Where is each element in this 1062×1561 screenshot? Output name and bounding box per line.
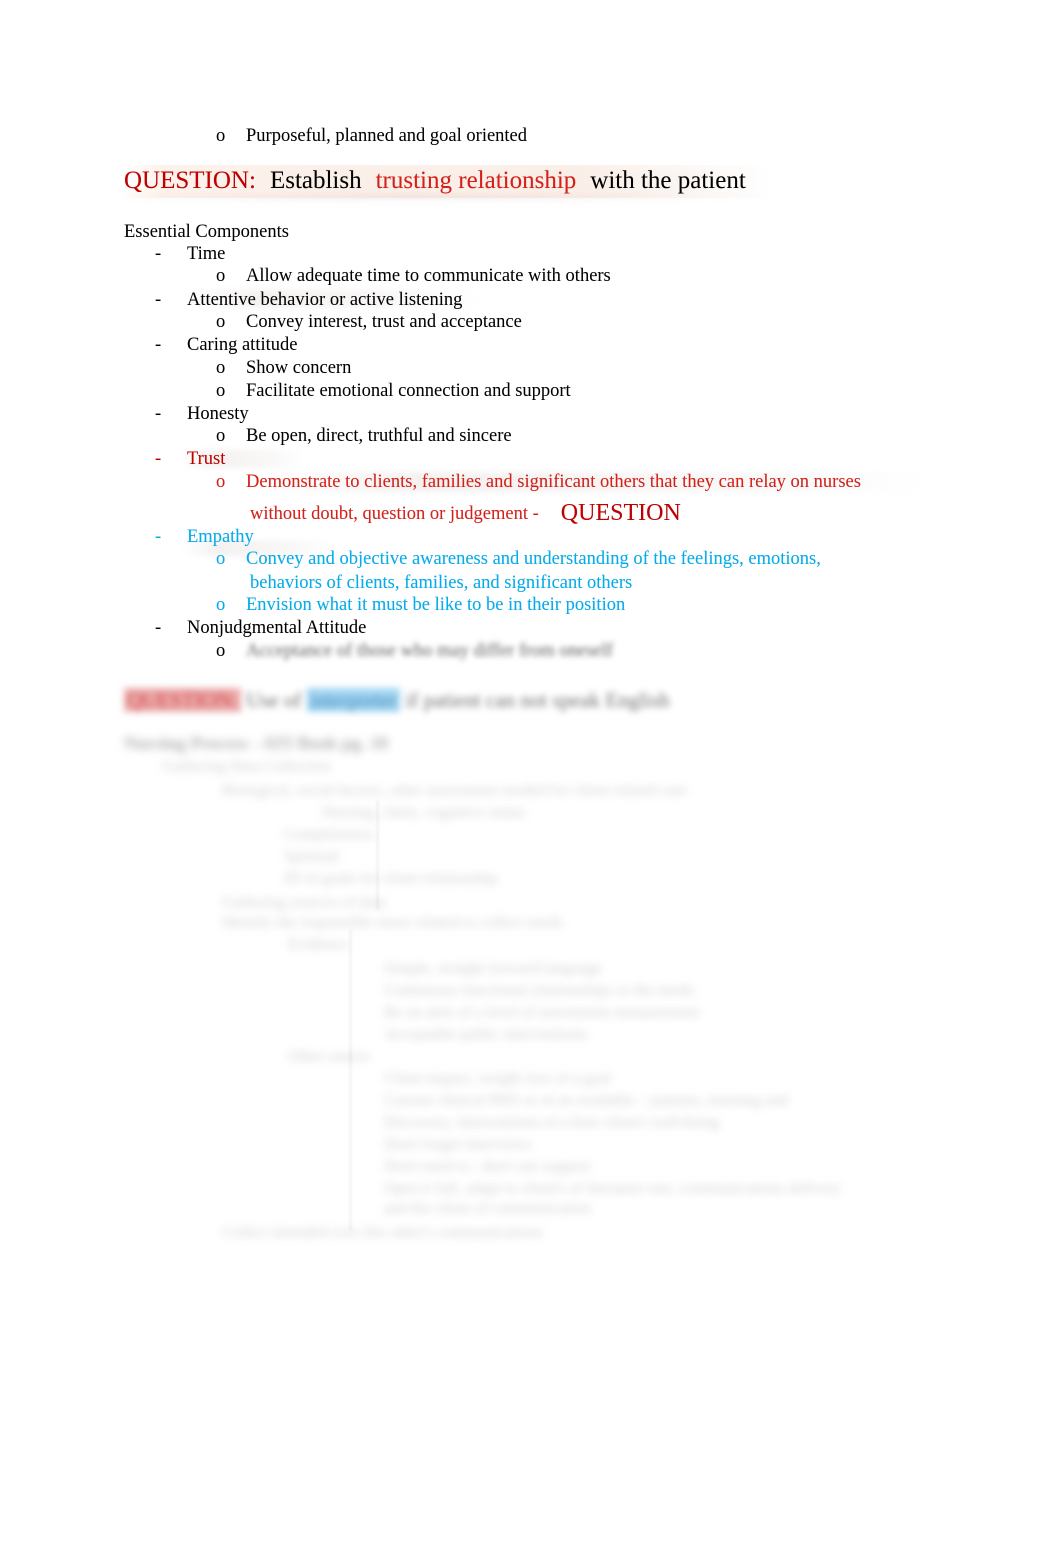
dash-marker: - — [155, 449, 162, 469]
bullet-marker: o — [216, 472, 226, 492]
list-item: o Show concern — [216, 356, 351, 380]
list-item-text-line-1: Demonstrate to clients, families and sig… — [246, 472, 861, 492]
blurred-question-part-1: Use of — [246, 688, 302, 712]
blurred-line: Gathering sources of data — [222, 894, 386, 911]
dash-marker: - — [155, 290, 162, 310]
list-item: o Envision what it must be like to be in … — [216, 593, 625, 617]
blurred-question-line: QUESTION: Use of interpreter if patient … — [124, 688, 670, 713]
dash-marker: - — [155, 527, 162, 547]
list-item-continuation: without doubt, question or judgement - QU… — [250, 501, 681, 526]
list-item: o Demonstrate to clients, families and si… — [216, 470, 861, 494]
blurred-line: Don't forget interviews — [384, 1136, 532, 1153]
blurred-line: Biological, social factors, other assess… — [222, 782, 688, 799]
list-item-label: Honesty — [187, 404, 249, 424]
blurred-line: Discovery, interventions of a best clien… — [384, 1114, 720, 1131]
blurred-line: Continuous functional relationships or t… — [384, 982, 694, 999]
list-item-label: Nonjudgmental Attitude — [187, 618, 367, 638]
bullet-marker: o — [216, 126, 226, 146]
blurred-line: Simple, straight forward language — [384, 960, 602, 977]
dash-marker: - — [155, 618, 162, 638]
blurred-line: Be on alert of a level of assessment mea… — [384, 1004, 700, 1021]
question-label: QUESTION: — [124, 167, 256, 194]
blurred-line: Client impact, weight loss of a goal — [384, 1070, 612, 1087]
blurred-line: Open it full, adapt to client's of liter… — [384, 1180, 841, 1197]
list-item: o Facilitate emotional connection and sup… — [216, 379, 571, 403]
list-item: o Acceptance of those who may differ from… — [216, 639, 613, 663]
list-item-text: Convey interest, trust and acceptance — [246, 312, 522, 332]
bullet-marker: o — [216, 549, 226, 569]
document-page: o Purposeful, planned and goal oriented Q… — [0, 0, 1062, 1561]
bullet-marker: o — [216, 266, 226, 286]
blurred-line: Evidence — [288, 936, 348, 953]
blurred-line: Identify the responsible nurse related t… — [222, 914, 563, 931]
bullet-marker: o — [216, 595, 226, 615]
blurred-line: and the client of communication — [384, 1200, 592, 1217]
list-item-text-line-2: without doubt, question or judgement - — [250, 504, 539, 524]
question-emphasis: QUESTION — [560, 500, 681, 526]
blurred-line: Current clinical PRN or of an available … — [384, 1092, 788, 1109]
blurred-line: Spiritual — [284, 848, 340, 865]
list-item-text-line-2: behaviors of clients, families, and sign… — [250, 573, 633, 593]
bullet-marker: o — [216, 381, 226, 401]
question-text-part-2: with the patient — [590, 167, 746, 194]
list-item-text: Purposeful, planned and goal oriented — [246, 126, 528, 146]
dash-marker: - — [155, 335, 162, 355]
bullet-marker: o — [216, 426, 226, 446]
list-item: o Purposeful, planned and goal oriented — [216, 124, 527, 148]
list-item-label: Empathy — [187, 527, 254, 547]
dash-marker: - — [155, 244, 162, 264]
list-item-text-blurred: Acceptance of those who may differ from … — [246, 641, 613, 661]
list-item-empathy: - Empathy — [155, 525, 254, 549]
header-shadow — [126, 194, 766, 204]
bullet-marker: o — [216, 358, 226, 378]
list-item-label: Attentive behavior or active listening — [187, 290, 463, 310]
list-item-text: Facilitate emotional connection and supp… — [246, 381, 571, 401]
blurred-line: ID of goals for client relationship — [284, 870, 498, 887]
list-item-text-line-1: Convey and objective awareness and under… — [246, 549, 821, 569]
list-item-label: Caring attitude — [187, 335, 298, 355]
question-header: QUESTION: Establish trusting relationship w… — [124, 164, 772, 198]
blurred-line: Completeness — [284, 826, 374, 843]
list-item-text: Be open, direct, truthful and sincere — [246, 426, 512, 446]
blurred-line: Collect intended over this other's commu… — [222, 1224, 543, 1241]
list-item-caring-attitude: - Caring attitude — [155, 333, 297, 357]
list-item-honesty: - Honesty — [155, 402, 249, 426]
blurred-question-label: QUESTION: — [124, 688, 241, 712]
list-item-text: Allow adequate time to communicate with … — [246, 266, 611, 286]
list-item-nonjudgmental-attitude: - Nonjudgmental Attitude — [155, 616, 366, 640]
bullet-marker: o — [216, 312, 226, 332]
blurred-line: Gathering Data Collection — [162, 758, 331, 775]
list-item: o Allow adequate time to communicate with… — [216, 264, 611, 288]
list-item-label: Time — [187, 244, 226, 264]
list-item-text: Envision what it must be like to be in t… — [246, 595, 626, 615]
list-item-continuation: behaviors of clients, families, and sign… — [250, 571, 632, 595]
list-item: o Be open, direct, truthful and sincere — [216, 424, 512, 448]
blurred-line: Nursing, client, cognitive status — [322, 804, 526, 821]
list-item-text: Show concern — [246, 358, 352, 378]
blurred-line: Acceptable public interventions — [384, 1026, 588, 1043]
blurred-section-heading: Nursing Process - ATI Book pg. 18 — [124, 733, 388, 753]
list-item-attentive-behavior: - Attentive behavior or active listening — [155, 288, 462, 312]
section-heading: Essential Components — [124, 222, 289, 242]
dash-marker: - — [155, 404, 162, 424]
question-text-highlight: trusting relationship — [375, 167, 577, 194]
list-item-trust: - Trust — [155, 447, 225, 471]
list-item-time: - Time — [155, 242, 225, 266]
list-item: o Convey interest, trust and acceptance — [216, 310, 522, 334]
blurred-line: Don't need to / don't use support — [384, 1158, 591, 1175]
question-text-part-1: Establish — [269, 167, 362, 194]
list-item: o Convey and objective awareness and unde… — [216, 547, 821, 571]
outline-connector-line — [350, 930, 351, 1230]
blurred-line: Other source — [288, 1048, 371, 1065]
blurred-question-part-2: if patient can not speak English — [405, 688, 670, 712]
blurred-question-part-blue: interpreter — [306, 688, 401, 712]
bullet-marker: o — [216, 641, 226, 661]
list-item-label: Trust — [187, 449, 226, 469]
